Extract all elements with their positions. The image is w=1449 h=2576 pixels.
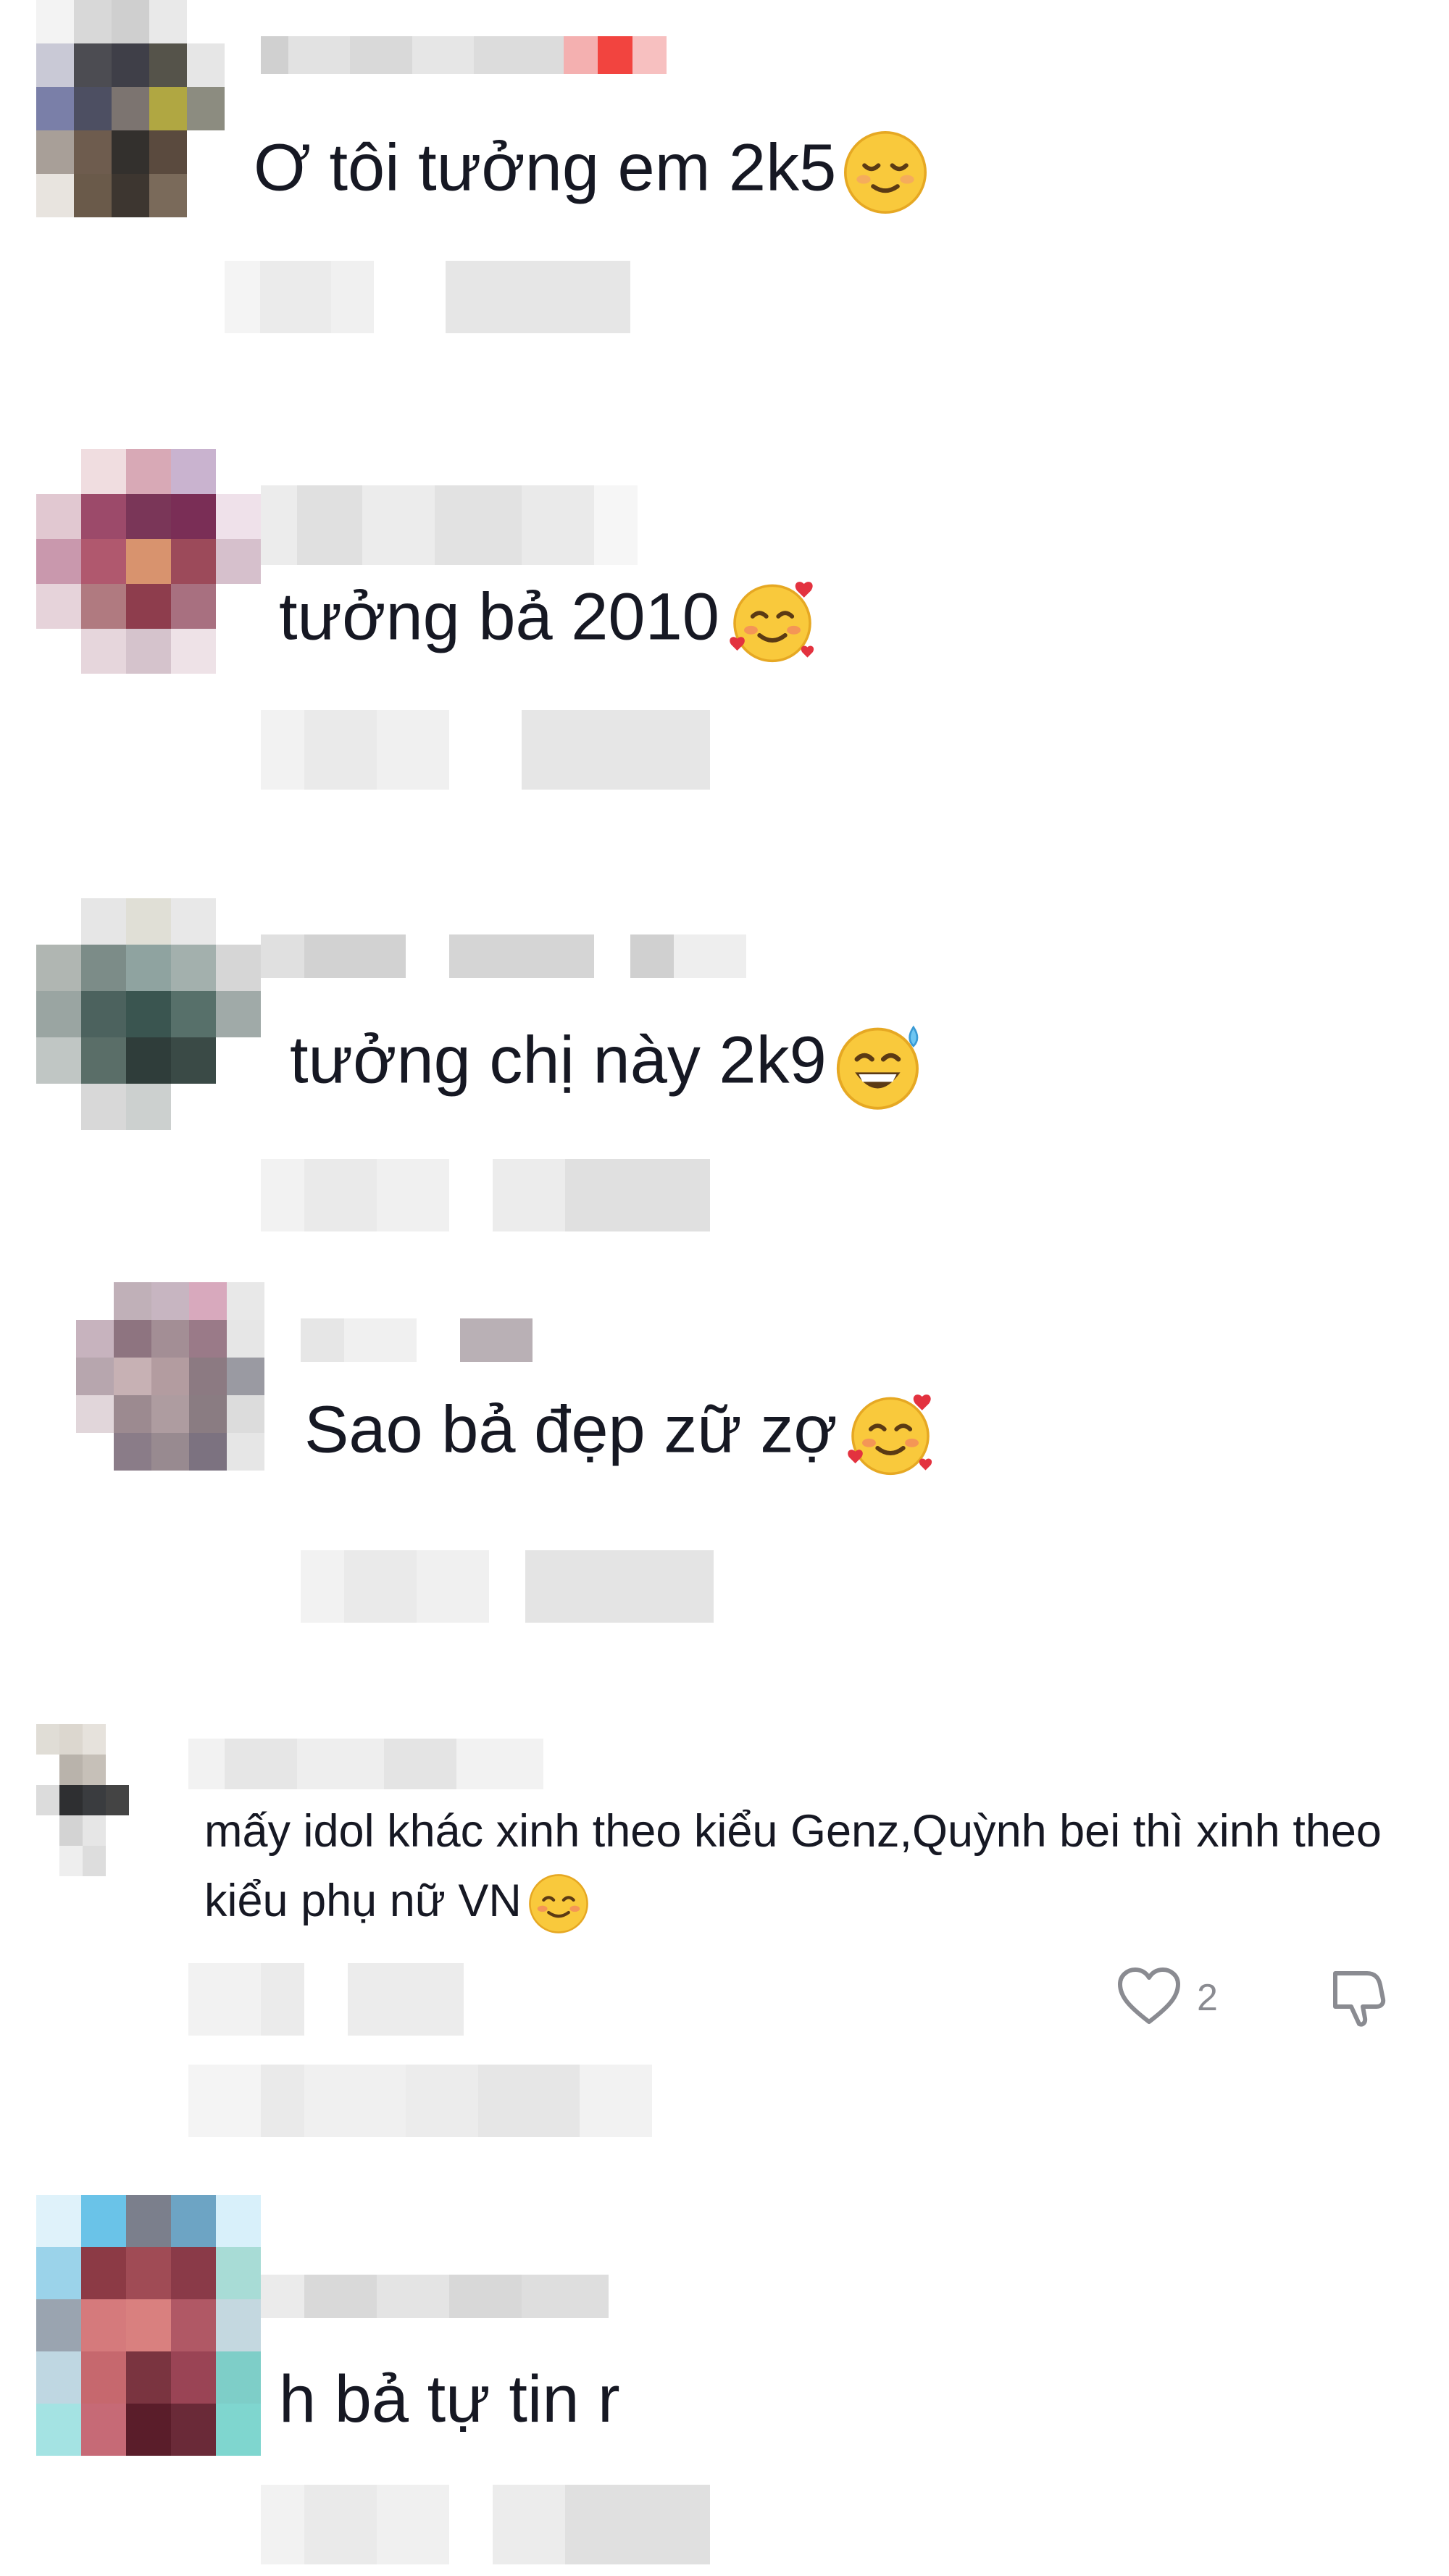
comment-text-content: tưởng bả 2010 [279,580,719,654]
username-blurred[interactable] [261,485,667,565]
smiling-face-with-hearts-icon [725,578,819,665]
comment-item: tưởng bả 2010 [0,449,1449,855]
comment-text: h bả tự tin r [279,2362,620,2438]
reply-meta-blurred[interactable] [261,2485,753,2564]
avatar[interactable] [36,449,261,674]
avatar[interactable] [76,1282,264,1471]
comment-item: Sao bả đẹp zữ zợ [0,1282,1449,1644]
comment-text-content: Sao bả đẹp zữ zợ [304,1392,838,1467]
grinning-face-with-sweat-icon [832,1018,927,1112]
dislike-icon[interactable] [1327,1963,1392,2032]
reply-meta-blurred[interactable] [261,710,710,790]
comment-text-content: tưởng chị này 2k9 [290,1023,827,1097]
comment-text-content: Ơ tôi tưởng em 2k5 [254,130,837,205]
username-blurred[interactable] [261,2275,667,2318]
comment-item: Ơ tôi tưởng em 2k5 [0,0,1449,406]
heart-icon[interactable] [1116,1965,1182,2030]
comment-item: tưởng chị này 2k9 [0,898,1449,1246]
username-blurred[interactable] [301,1318,533,1362]
comment-text: Ơ tôi tưởng em 2k5 [254,129,929,216]
username-blurred[interactable] [261,36,667,74]
reply-meta-blurred[interactable] [301,1550,757,1623]
comment-text-content: mấy idol khác xinh theo kiểu Genz,Quỳnh … [204,1806,1382,1926]
comment-item: h bả tự tin r [0,2195,1449,2576]
reply-meta-blurred[interactable] [225,261,631,333]
reply-meta-blurred[interactable] [188,1963,507,2036]
avatar[interactable] [36,0,225,217]
comment-text-content: h bả tự tin r [279,2362,620,2436]
smiling-face-icon [527,1873,590,1935]
comment-actions: 2 [1116,1963,1392,2032]
avatar[interactable] [36,2195,261,2456]
comment-text: tưởng bả 2010 [279,578,819,665]
username-blurred[interactable] [188,1739,565,1789]
like-count: 2 [1197,1976,1218,2019]
comment-text: Sao bả đẹp zữ zợ [304,1391,938,1478]
username-blurred[interactable] [261,934,768,978]
reply-meta-blurred[interactable] [188,2065,710,2137]
smiling-face-with-hearts-icon [843,1391,938,1478]
reply-meta-blurred[interactable] [261,1159,753,1231]
avatar[interactable] [36,1724,152,1876]
relieved-face-icon [842,129,929,216]
avatar[interactable] [36,898,261,1130]
comment-text: tưởng chị này 2k9 [290,1018,927,1112]
comment-item: mấy idol khác xinh theo kiểu Genz,Quỳnh … [0,1724,1449,2173]
comment-text: mấy idol khác xinh theo kiểu Genz,Quỳnh … [204,1797,1392,1936]
